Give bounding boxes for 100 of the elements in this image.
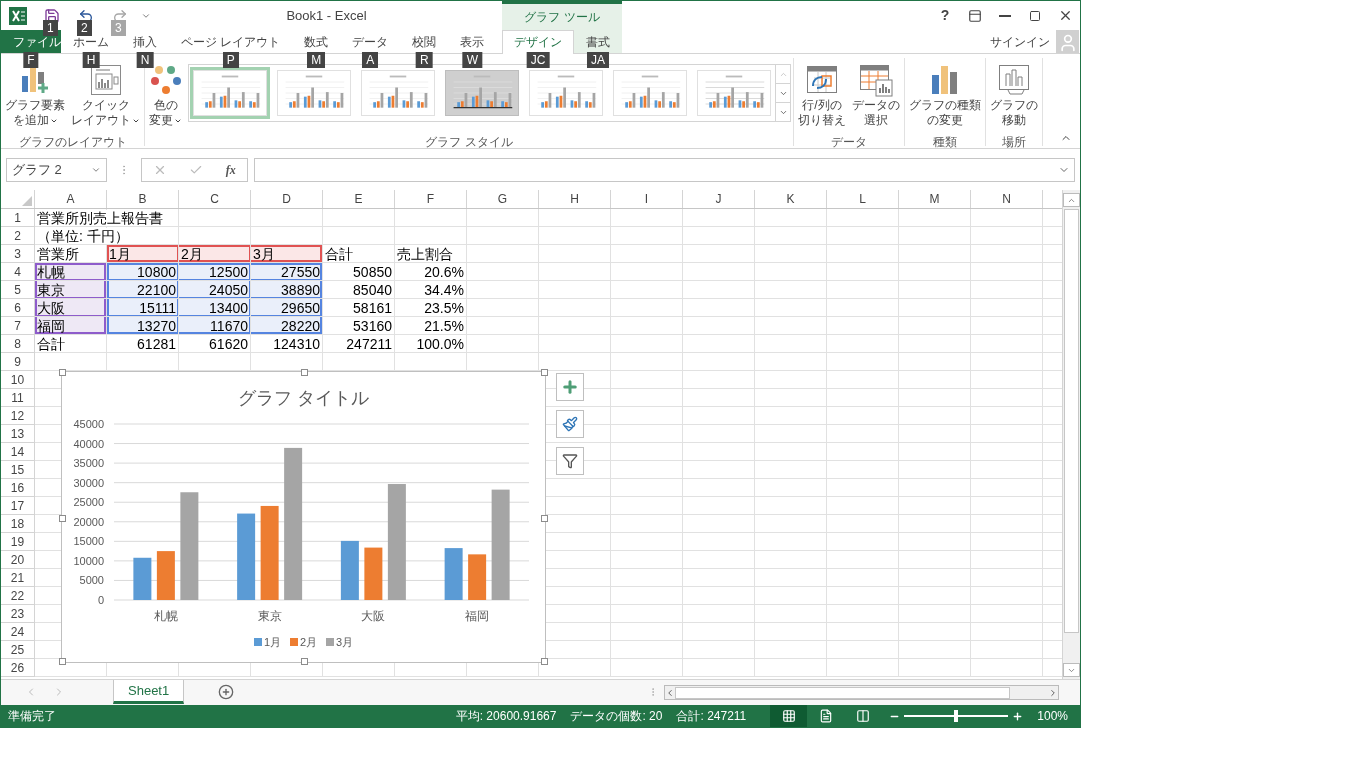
ribbon-tab[interactable]: 書式 bbox=[574, 30, 622, 53]
chart-styles-button[interactable] bbox=[556, 410, 584, 438]
table-cell bbox=[539, 263, 611, 281]
table-cell bbox=[683, 479, 755, 497]
chart-filters-button[interactable] bbox=[556, 447, 584, 475]
resize-handle[interactable] bbox=[541, 369, 548, 376]
scroll-thumb[interactable] bbox=[1064, 209, 1079, 633]
resize-handle[interactable] bbox=[541, 658, 548, 665]
row-header[interactable]: 1 bbox=[1, 209, 35, 227]
resize-handle[interactable] bbox=[59, 369, 66, 376]
table-cell bbox=[539, 227, 611, 245]
chart-area[interactable]: グラフ タイトル 0 5000 10000 15000 20000 25000 30000 35000 40000 45000 札幌 東京 大阪 福岡 1月 2月 3月 bbox=[61, 371, 546, 663]
row-header[interactable]: 22 bbox=[1, 587, 35, 605]
resize-handle[interactable] bbox=[59, 515, 66, 522]
minimize-icon bbox=[999, 14, 1011, 17]
table-cell bbox=[899, 461, 971, 479]
sheet-tab[interactable]: Sheet1 bbox=[113, 680, 185, 704]
column-header[interactable]: E bbox=[323, 190, 395, 208]
ribbon-button[interactable]: グラフの 移動 bbox=[988, 58, 1040, 134]
insert-function-button[interactable]: fx bbox=[225, 160, 236, 179]
zoom-slider-thumb[interactable] bbox=[954, 710, 959, 722]
column-header[interactable]: N bbox=[971, 190, 1043, 208]
ribbon-button[interactable]: データの 選択 bbox=[850, 58, 902, 134]
table-cell bbox=[755, 209, 827, 227]
table-cell bbox=[899, 317, 971, 335]
row-header[interactable]: 10 bbox=[1, 371, 35, 389]
column-header[interactable]: K bbox=[755, 190, 827, 208]
keytip-badge: F bbox=[23, 52, 39, 68]
horizontal-scrollbar[interactable] bbox=[664, 685, 1059, 700]
sign-in-link[interactable]: サインイン bbox=[990, 32, 1050, 51]
row-header[interactable]: 3 bbox=[1, 245, 35, 263]
column-header[interactable]: I bbox=[611, 190, 683, 208]
table-cell bbox=[755, 587, 827, 605]
row-header[interactable]: 20 bbox=[1, 551, 35, 569]
row-header[interactable]: 17 bbox=[1, 497, 35, 515]
table-cell bbox=[827, 479, 899, 497]
ribbon-button[interactable]: 行/列の 切り替え bbox=[796, 58, 848, 134]
keytip-badge: R bbox=[416, 52, 433, 68]
ribbon-tab[interactable]: 校閲 bbox=[400, 30, 449, 53]
select-all-icon[interactable] bbox=[22, 196, 32, 206]
ribbon-tab[interactable]: デザイン bbox=[502, 29, 574, 54]
row-header[interactable]: 19 bbox=[1, 533, 35, 551]
formula-input[interactable] bbox=[254, 157, 1075, 182]
zoom-level[interactable]: 100% bbox=[1037, 707, 1068, 725]
name-box[interactable]: グラフ 2 bbox=[6, 157, 107, 182]
row-header[interactable]: 18 bbox=[1, 515, 35, 533]
zoom-in-icon[interactable] bbox=[1012, 710, 1024, 722]
category-label: 福岡 bbox=[465, 609, 490, 623]
ribbon-tab[interactable]: 表示 bbox=[448, 30, 497, 53]
table-cell bbox=[251, 209, 323, 227]
table-cell bbox=[899, 587, 971, 605]
view-button[interactable] bbox=[770, 705, 808, 727]
row-header[interactable]: 24 bbox=[1, 623, 35, 641]
row-header[interactable]: 13 bbox=[1, 425, 35, 443]
resize-handle[interactable] bbox=[541, 515, 548, 522]
resize-handle[interactable] bbox=[301, 369, 308, 376]
category-label: 東京 bbox=[257, 609, 282, 623]
column-header[interactable]: D bbox=[251, 190, 323, 208]
scroll-thumb[interactable] bbox=[675, 686, 1010, 699]
column-header[interactable]: G bbox=[467, 190, 539, 208]
column-header[interactable]: L bbox=[827, 190, 899, 208]
vertical-scrollbar[interactable] bbox=[1062, 190, 1080, 679]
row-header[interactable]: 23 bbox=[1, 605, 35, 623]
row-header[interactable]: 8 bbox=[1, 335, 35, 353]
ribbon-tab[interactable]: ページ レイアウト bbox=[169, 30, 293, 53]
row-header[interactable]: 26 bbox=[1, 659, 35, 677]
column-header[interactable]: H bbox=[539, 190, 611, 208]
help-button[interactable]: ? bbox=[930, 5, 960, 26]
row-header[interactable]: 12 bbox=[1, 407, 35, 425]
row-header[interactable]: 11 bbox=[1, 389, 35, 407]
add-sheet-icon[interactable] bbox=[218, 684, 235, 700]
column-header[interactable]: B bbox=[107, 190, 179, 208]
row-header[interactable]: 21 bbox=[1, 569, 35, 587]
chart-elements-button[interactable] bbox=[556, 373, 584, 401]
column-header[interactable]: J bbox=[683, 190, 755, 208]
resize-handle[interactable] bbox=[301, 658, 308, 665]
table-cell bbox=[827, 461, 899, 479]
table-cell bbox=[539, 281, 611, 299]
table-cell bbox=[899, 281, 971, 299]
column-header[interactable]: C bbox=[179, 190, 251, 208]
column-header[interactable]: M bbox=[899, 190, 971, 208]
row-header[interactable]: 25 bbox=[1, 641, 35, 659]
ribbon-tab[interactable]: 数式 bbox=[292, 30, 341, 53]
column-header[interactable]: F bbox=[395, 190, 467, 208]
table-cell bbox=[683, 299, 755, 317]
column-header[interactable]: A bbox=[35, 190, 107, 208]
table-cell bbox=[611, 533, 683, 551]
table-cell bbox=[755, 497, 827, 515]
table-cell bbox=[899, 425, 971, 443]
cell-text: 合計 bbox=[325, 245, 353, 262]
row-header[interactable]: 9 bbox=[1, 353, 35, 371]
row-header[interactable]: 14 bbox=[1, 443, 35, 461]
ribbon-tab[interactable]: データ bbox=[340, 30, 401, 53]
resize-handle[interactable] bbox=[59, 658, 66, 665]
row-header[interactable]: 15 bbox=[1, 461, 35, 479]
row-header[interactable]: 2 bbox=[1, 227, 35, 245]
row-header[interactable]: 16 bbox=[1, 479, 35, 497]
cell-text: 12500 bbox=[209, 263, 248, 280]
ribbon-button[interactable]: グラフの種類 の変更 bbox=[907, 58, 983, 134]
chart-layout-icon bbox=[89, 64, 122, 96]
